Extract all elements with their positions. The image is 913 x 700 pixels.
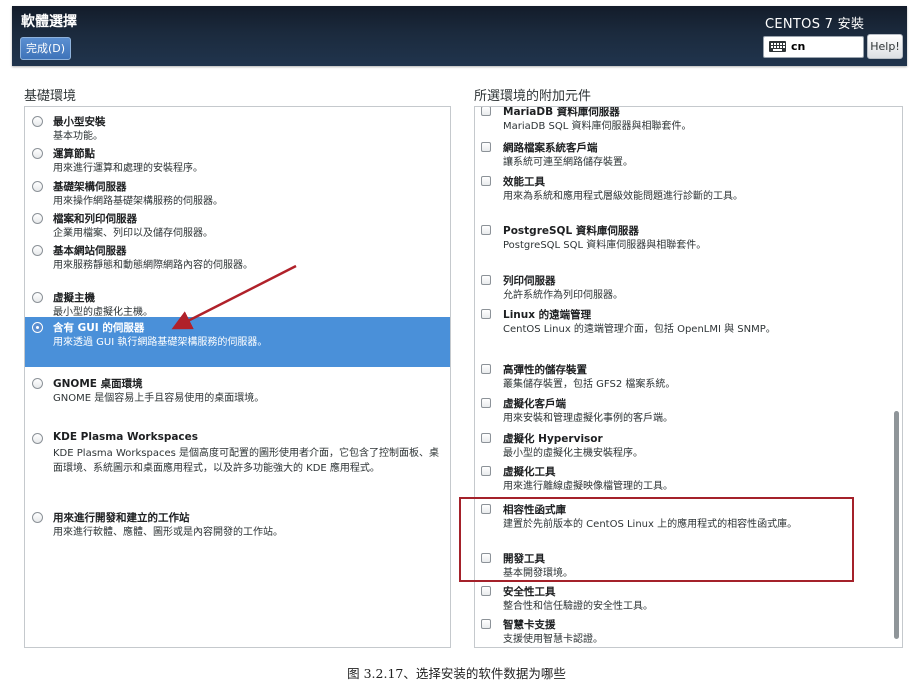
annotation-arrow <box>171 264 297 330</box>
figure-caption: 图 3.2.17、选择安装的软件数据为哪些 <box>347 666 566 681</box>
